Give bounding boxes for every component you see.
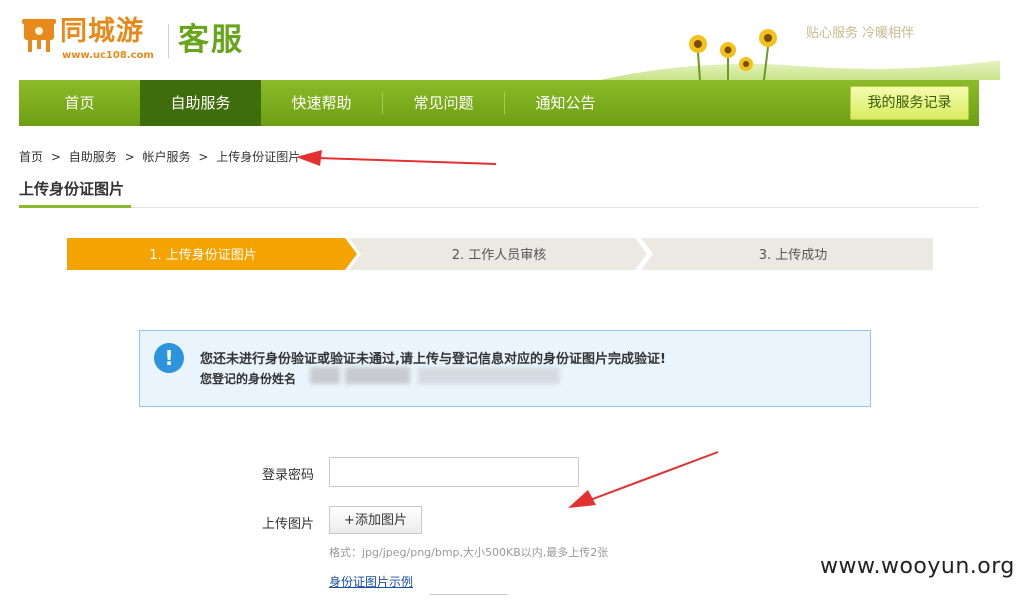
- watermark-text: www.wooyun.org: [820, 554, 1015, 579]
- annotation-arrow: [296, 150, 497, 166]
- annotation-arrow: [568, 451, 719, 508]
- annotation-arrows: [296, 150, 719, 508]
